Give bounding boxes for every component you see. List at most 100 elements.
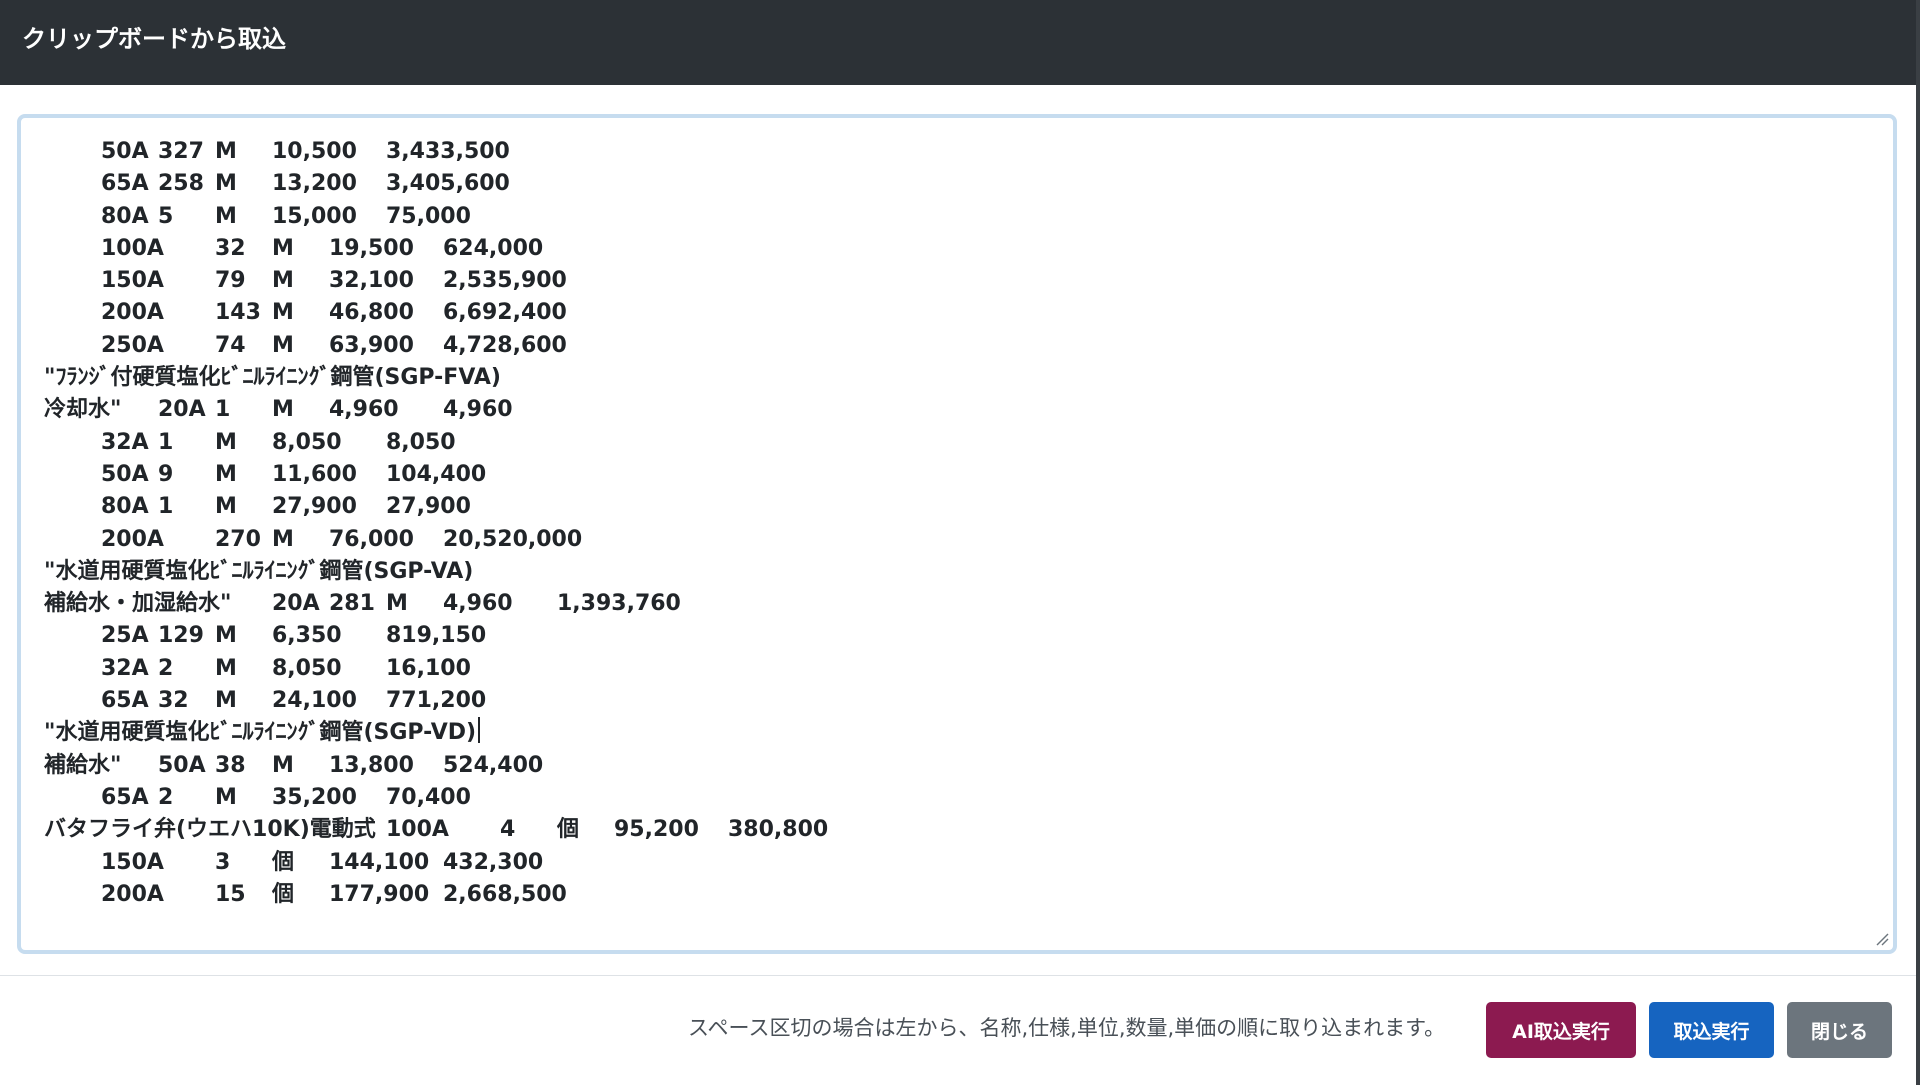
textarea-field: 624,000: [443, 235, 544, 261]
textarea-field: M: [272, 268, 294, 294]
textarea-field: 32: [158, 688, 189, 714]
textarea-field: 50A: [101, 461, 149, 487]
textarea-line: 200A 143 M 46,800 6,692,400: [44, 297, 1864, 329]
textarea-field: 65A: [101, 784, 149, 810]
textarea-field: 5: [158, 203, 174, 229]
textarea-field: M: [215, 171, 237, 197]
textarea-field: 32: [215, 235, 246, 261]
clipboard-textarea[interactable]: 50A 327 M 10,500 3,433,500 65A 258 M 13,200 3,405…: [17, 114, 1897, 954]
textarea-field: "水道用硬質塩化ﾋﾞﾆﾙﾗｲﾆﾝｸﾞ鋼管(SGP-VA): [44, 558, 474, 584]
textarea-line: 150A 3 個 144,100 432,300: [44, 847, 1864, 879]
textarea-field: M: [272, 752, 294, 778]
text-caret: [478, 717, 481, 744]
textarea-field: 38: [215, 752, 246, 778]
textarea-field: 10,500: [272, 139, 357, 164]
textarea-field: 75,000: [386, 203, 471, 229]
textarea-field: 177,900: [329, 881, 430, 907]
textarea-field: 個: [272, 849, 295, 875]
textarea-field: 6,350: [272, 623, 342, 649]
textarea-field: M: [272, 397, 294, 423]
textarea-field: 819,150: [386, 623, 487, 649]
textarea-field: 50A: [158, 752, 206, 778]
textarea-line: 200A 15 個 177,900 2,668,500: [44, 879, 1864, 911]
textarea-field: M: [215, 784, 237, 810]
textarea-field: 1: [158, 429, 174, 455]
textarea-field: M: [272, 300, 294, 326]
textarea-field: 200A: [101, 300, 164, 326]
textarea-field: 個: [557, 817, 580, 843]
textarea-field: 79: [215, 268, 246, 294]
textarea-field: 25A: [101, 623, 149, 649]
import-button[interactable]: 取込実行: [1649, 1002, 1774, 1058]
textarea-field: 250A: [101, 332, 164, 358]
textarea-field: 50A: [101, 139, 149, 164]
textarea-field: 32A: [101, 429, 149, 455]
textarea-field: 74: [215, 332, 246, 358]
textarea-line: 50A 9 M 11,600 104,400: [44, 459, 1864, 491]
textarea-field: 20A: [158, 397, 206, 423]
close-button[interactable]: 閉じる: [1787, 1002, 1892, 1058]
textarea-field: 1,393,760: [557, 591, 681, 617]
textarea-line: "水道用硬質塩化ﾋﾞﾆﾙﾗｲﾆﾝｸﾞ鋼管(SGP-VD): [44, 717, 1864, 749]
textarea-field: 70,400: [386, 784, 471, 810]
resize-grip-icon[interactable]: [1875, 932, 1889, 946]
textarea-field: 327: [158, 139, 204, 164]
textarea-field: 3,405,600: [386, 171, 510, 197]
textarea-field: M: [272, 526, 294, 552]
textarea-line: 補給水" 50A 38 M 13,800 524,400: [44, 750, 1864, 782]
textarea-field: 100A: [101, 235, 164, 261]
textarea-field: 258: [158, 171, 204, 197]
modal-title: クリップボードから取込: [22, 25, 286, 53]
textarea-field: 281: [329, 591, 375, 617]
textarea-field: M: [215, 461, 237, 487]
textarea-field: 15,000: [272, 203, 357, 229]
modal-header: クリップボードから取込: [0, 0, 1920, 85]
textarea-field: 65A: [101, 688, 149, 714]
textarea-line: 補給水・加湿給水" 20A 281 M 4,960 1,393,760: [44, 588, 1864, 620]
textarea-field: 76,000: [329, 526, 414, 552]
textarea-field: 13,800: [329, 752, 414, 778]
textarea-field: 9: [158, 461, 174, 487]
textarea-field: 1: [158, 494, 174, 520]
textarea-field: 補給水": [44, 752, 122, 778]
textarea-field: 100A: [386, 817, 449, 843]
ai-import-button[interactable]: AI取込実行: [1486, 1002, 1636, 1058]
textarea-field: 27,900: [272, 494, 357, 520]
textarea-field: 80A: [101, 494, 149, 520]
textarea-field: M: [215, 139, 237, 164]
textarea-field: M: [215, 688, 237, 714]
textarea-line: 65A 2 M 35,200 70,400: [44, 782, 1864, 814]
textarea-field: 270: [215, 526, 261, 552]
textarea-field: 1: [215, 397, 231, 423]
textarea-field: 補給水・加湿給水": [44, 591, 232, 617]
textarea-field: 32A: [101, 655, 149, 681]
textarea-line: バタフライ弁(ウエハ10K)電動式 100A 4 個 95,200 380,800: [44, 814, 1864, 846]
textarea-field: 8,050: [272, 655, 342, 681]
textarea-field: 771,200: [386, 688, 487, 714]
textarea-field: バタフライ弁(ウエハ10K)電動式: [44, 817, 376, 843]
textarea-line: "水道用硬質塩化ﾋﾞﾆﾙﾗｲﾆﾝｸﾞ鋼管(SGP-VA): [44, 556, 1864, 588]
textarea-field: 524,400: [443, 752, 544, 778]
textarea-line: 80A 1 M 27,900 27,900: [44, 491, 1864, 523]
textarea-field: 150A: [101, 268, 164, 294]
textarea-field: 65A: [101, 171, 149, 197]
textarea-field: 35,200: [272, 784, 357, 810]
textarea-field: 432,300: [443, 849, 544, 875]
textarea-field: 24,100: [272, 688, 357, 714]
textarea-line: 32A 1 M 8,050 8,050: [44, 427, 1864, 459]
textarea-field: 200A: [101, 881, 164, 907]
textarea-field: 4: [500, 817, 516, 843]
window-edge: [1916, 0, 1920, 1085]
textarea-field: 20,520,000: [443, 526, 583, 552]
textarea-field: 6,692,400: [443, 300, 567, 326]
textarea-line: 50A 327 M 10,500 3,433,500: [44, 136, 1864, 168]
textarea-field: 11,600: [272, 461, 357, 487]
textarea-text[interactable]: 50A 327 M 10,500 3,433,500 65A 258 M 13,200 3,405…: [44, 136, 1864, 936]
textarea-field: 27,900: [386, 494, 471, 520]
textarea-field: M: [215, 655, 237, 681]
textarea-field: 2,668,500: [443, 881, 567, 907]
textarea-line: 150A 79 M 32,100 2,535,900: [44, 265, 1864, 297]
textarea-field: 16,100: [386, 655, 471, 681]
textarea-field: 13,200: [272, 171, 357, 197]
textarea-field: 150A: [101, 849, 164, 875]
